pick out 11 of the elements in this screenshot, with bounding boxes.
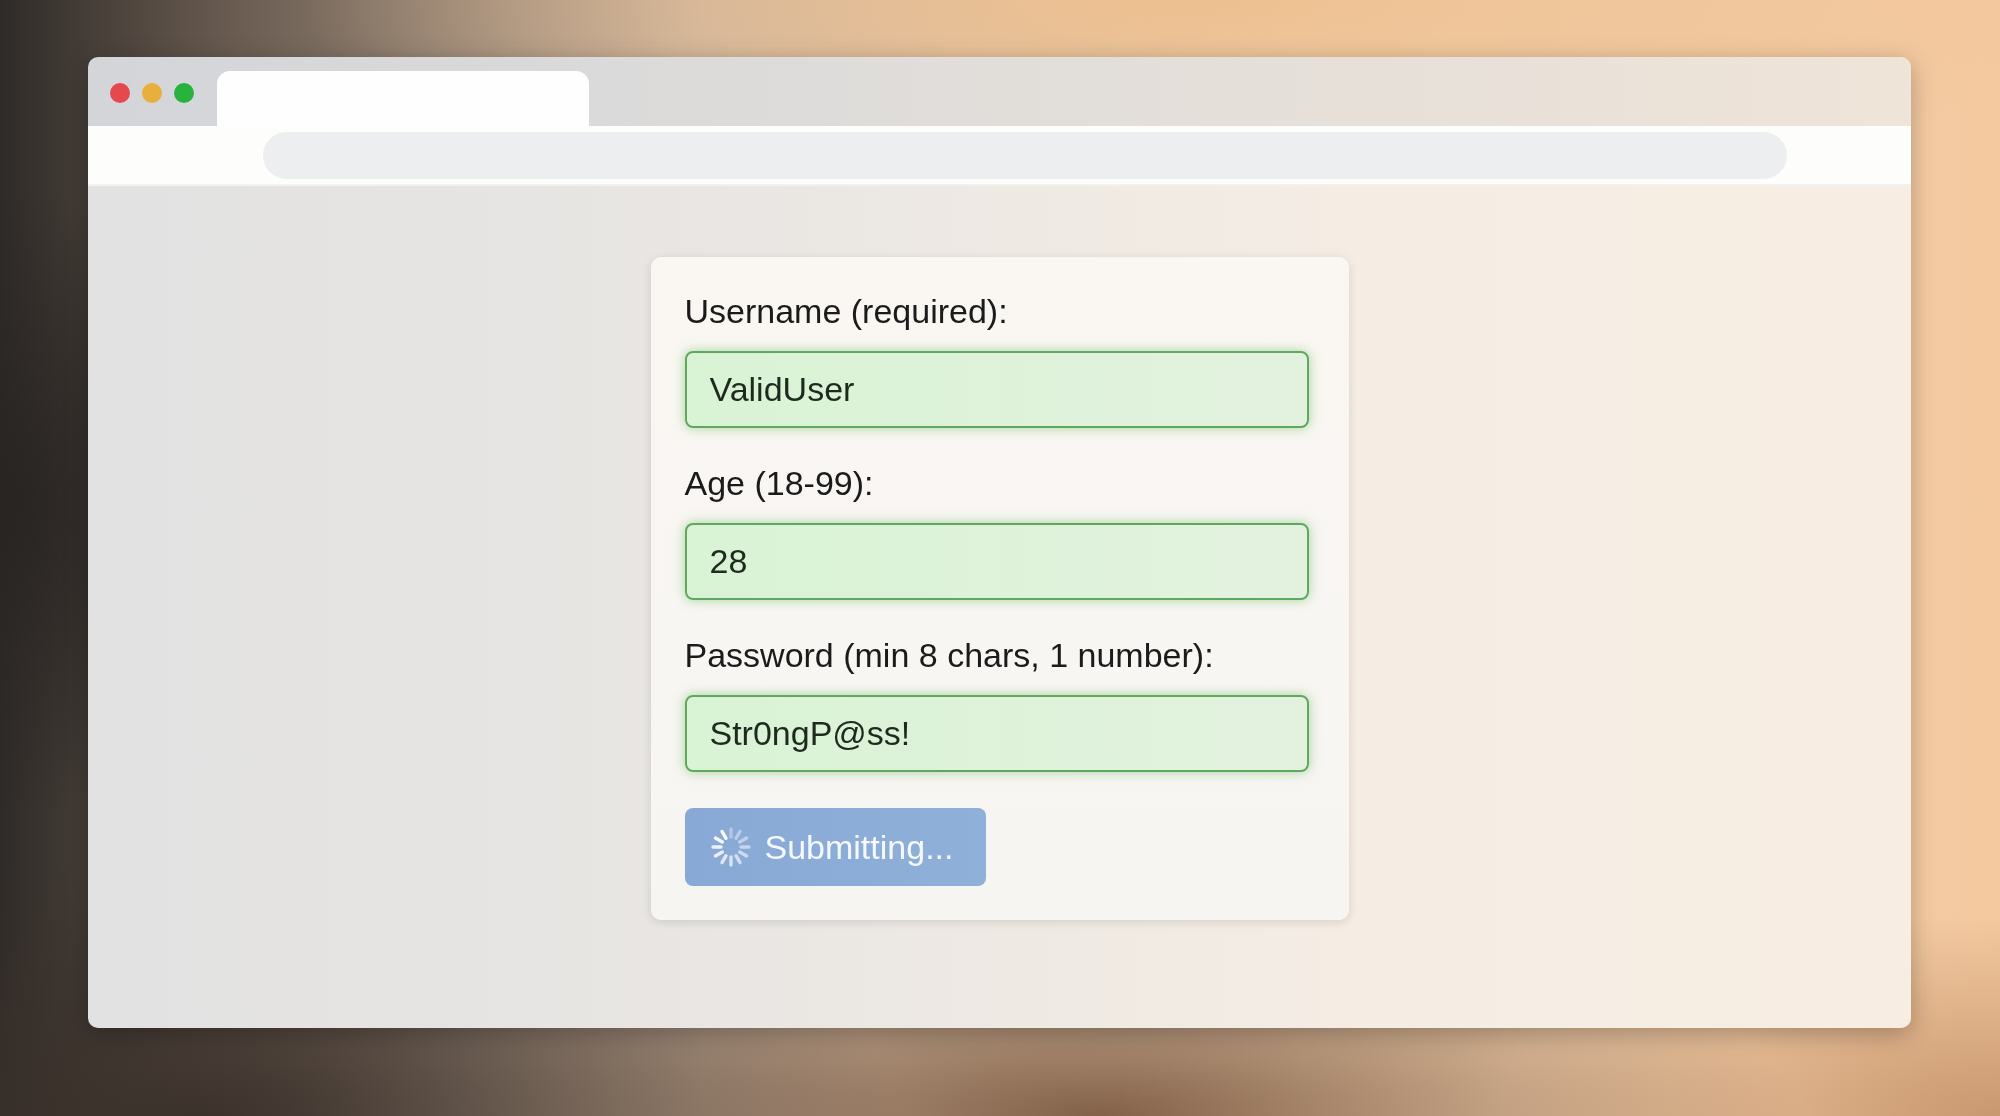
field-label: Age (18-99):: [684, 464, 875, 503]
field-label: Password (min 8 chars, 1 number):: [684, 636, 1215, 675]
field-label: Username (required):: [684, 292, 1009, 331]
text-field[interactable]: 28: [684, 523, 1309, 600]
minimize-button[interactable]: [142, 83, 162, 103]
close-button[interactable]: [110, 83, 130, 103]
browser-tab[interactable]: [217, 71, 589, 126]
spinner-icon: [710, 827, 751, 867]
text-field[interactable]: ValidUser: [684, 351, 1309, 428]
text-field[interactable]: Str0ngP@ss!: [684, 695, 1309, 772]
zoom-button[interactable]: [174, 83, 194, 103]
